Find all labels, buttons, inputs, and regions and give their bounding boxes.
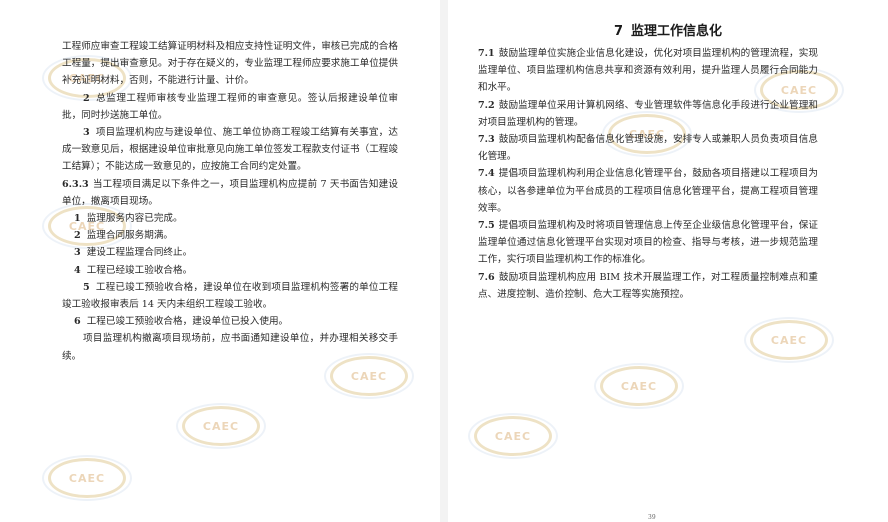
paragraph-continued: 工程师应审查工程竣工结算证明材料及相应支持性证明文件，审核已完成的合格工程量，提… — [62, 41, 398, 87]
caec-watermark-logo: CAEC — [468, 413, 558, 459]
condition-item-5: 5 工程已竣工预验收合格，建设单位在收到项目监理机构签署的单位工程竣工验收报审表后… — [62, 281, 398, 311]
condition-item-3: 3 建设工程监理合同终止。 — [74, 247, 193, 259]
caec-watermark-logo: CAEC — [594, 363, 684, 409]
caec-watermark-logo: CAEC — [744, 317, 834, 363]
book-gutter — [440, 0, 448, 522]
condition-item-4: 4 工程已经竣工验收合格。 — [74, 264, 193, 276]
closing-paragraph: 项目监理机构撤离项目现场前，应书面通知建设单位，并办理相关移交手续。 — [62, 333, 398, 362]
condition-item-1: 1 监理服务内容已完成。 — [74, 213, 183, 225]
left-page: 工程师应审查工程竣工结算证明材料及相应支持性证明文件，审核已完成的合格工程量，提… — [0, 0, 440, 522]
left-page-body: 工程师应审查工程竣工结算证明材料及相应支持性证明文件，审核已完成的合格工程量，提… — [62, 38, 398, 365]
paragraph-item-3: 3 项目监理机构应与建设单位、施工单位协商工程竣工结算有关事宜，达成一致意见后，根… — [62, 127, 398, 173]
clause-7-2: 7.2 鼓励监理单位采用计算机网络、专业管理软件等信息化手段进行企业管理和对项目监… — [478, 99, 818, 128]
clause-7-4: 7.4 提倡项目监理机构利用企业信息化管理平台，鼓励各项目搭建以工程项目为核心，以… — [478, 168, 818, 214]
page-number: 39 — [648, 514, 656, 521]
clause-7-3: 7.3 鼓励项目监理机构配备信息化管理设施，安排专人或兼职人员负责项目信息化管理。 — [478, 134, 818, 163]
clause-7-6: 7.6 鼓励项目监理机构应用 BIM 技术开展监理工作，对工程质量控制难点和重点、… — [478, 271, 818, 300]
right-page-body: 7.1 鼓励监理单位实施企业信息化建设，优化对项目监理机构的管理流程，实现监理单位… — [478, 45, 818, 303]
paragraph-item-2: 2 总监理工程师审核专业监理工程师的审查意见。签认后报建设单位审批，同时抄送施工单… — [62, 92, 398, 121]
condition-item-2: 2 监理合同服务期满。 — [74, 230, 174, 242]
caec-watermark-logo: CAEC — [42, 455, 132, 501]
chapter-title: 7 监理工作信息化 — [613, 24, 723, 39]
clause-7-5: 7.5 提倡项目监理机构及时将项目管理信息上传至企业级信息化管理平台，保证监理单位… — [478, 220, 818, 266]
caec-watermark-logo: CAEC — [176, 403, 266, 449]
right-page: 7 监理工作信息化 7.1 鼓励监理单位实施企业信息化建设，优化对项目监理机构的管理… — [448, 0, 888, 522]
condition-item-6: 6 工程已竣工预验收合格，建设单位已投入使用。 — [74, 316, 289, 328]
clause-6-3-3: 6.3.3 当工程项目满足以下条件之一，项目监理机构应提前 7 天书面告知建设单位… — [62, 178, 398, 207]
clause-7-1: 7.1 鼓励监理单位实施企业信息化建设，优化对项目监理机构的管理流程，实现监理单位… — [478, 48, 818, 94]
